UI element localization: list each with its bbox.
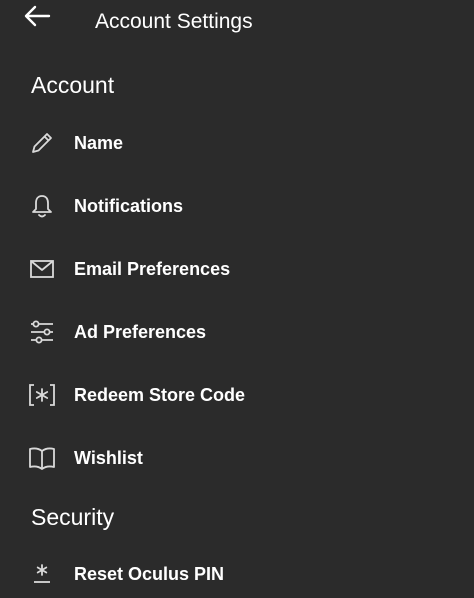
menu-item-name[interactable]: Name bbox=[0, 117, 474, 169]
menu-item-label: Email Preferences bbox=[74, 259, 231, 279]
section-heading-account: Account bbox=[31, 72, 115, 98]
bell-icon bbox=[27, 192, 57, 220]
menu-item-wishlist[interactable]: Wishlist bbox=[0, 432, 474, 484]
account-settings-screen: Account Settings Account Name Notificati… bbox=[0, 0, 474, 598]
menu-item-label: Redeem Store Code bbox=[74, 385, 246, 405]
menu-item-label: Name bbox=[74, 133, 124, 153]
page-title: Account Settings bbox=[95, 10, 253, 33]
menu-item-reset-oculus-pin[interactable]: Reset Oculus PIN bbox=[0, 548, 474, 598]
menu-item-ad-preferences[interactable]: Ad Preferences bbox=[0, 306, 474, 358]
menu-item-label: Wishlist bbox=[74, 448, 143, 468]
back-button[interactable] bbox=[22, 2, 52, 30]
pencil-icon bbox=[27, 129, 57, 157]
menu-item-label: Notifications bbox=[74, 196, 184, 216]
book-icon bbox=[27, 444, 57, 472]
menu-item-label: Ad Preferences bbox=[74, 322, 207, 342]
sliders-icon bbox=[27, 318, 57, 346]
section-heading-security: Security bbox=[31, 504, 115, 530]
menu-item-notifications[interactable]: Notifications bbox=[0, 180, 474, 232]
menu-item-email-preferences[interactable]: Email Preferences bbox=[0, 243, 474, 295]
menu-item-label: Reset Oculus PIN bbox=[74, 564, 225, 584]
arrow-left-icon bbox=[23, 4, 51, 28]
bracket-asterisk-icon bbox=[27, 381, 57, 409]
menu-item-redeem-store-code[interactable]: Redeem Store Code bbox=[0, 369, 474, 421]
top-bar: Account Settings bbox=[0, 0, 474, 44]
asterisk-icon bbox=[27, 560, 57, 588]
envelope-icon bbox=[27, 255, 57, 283]
